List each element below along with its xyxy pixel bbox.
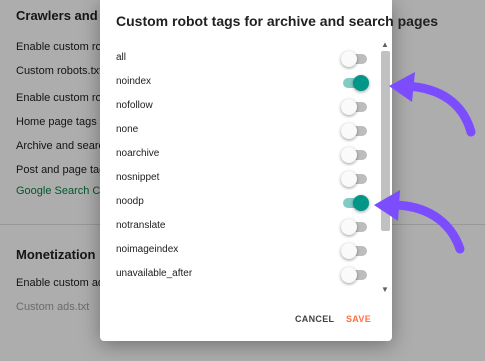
tags-list: all noindex nofollow none noarchive nosn… [100,45,392,299]
tag-row-noodp: noodp [100,191,382,215]
tag-label: nofollow [116,100,153,111]
toggle-noindex[interactable] [343,75,369,91]
toggle-all[interactable] [341,51,367,67]
tag-row-nofollow: nofollow [100,95,382,119]
toggle-nofollow[interactable] [341,99,367,115]
dialog-title: Custom robot tags for archive and search… [116,13,439,29]
tag-label: noindex [116,76,152,87]
chevron-up-icon[interactable]: ▲ [381,40,389,49]
tag-row-noimageindex: noimageindex [100,239,382,263]
curved-arrow-icon [374,190,465,254]
tag-label: unavailable_after [116,268,193,279]
toggle-noodp[interactable] [343,195,369,211]
tag-row-all: all [100,47,382,71]
toggle-noarchive[interactable] [341,147,367,163]
toggle-noimageindex[interactable] [341,243,367,259]
robot-tags-dialog: Custom robot tags for archive and search… [100,0,438,341]
toggle-notranslate[interactable] [341,219,367,235]
toggle-none[interactable] [341,123,367,139]
tag-row-noindex: noindex [100,71,382,95]
tag-row-notranslate: notranslate [100,215,382,239]
tag-label: notranslate [116,220,166,231]
tag-row-nosnippet: nosnippet [100,167,382,191]
tag-label: all [116,52,127,63]
tag-row-none: none [100,119,382,143]
toggle-nosnippet[interactable] [341,171,367,187]
toggle-unavailable-after[interactable] [341,267,367,283]
tag-row-noarchive: noarchive [100,143,382,167]
tag-row-unavailable-after: unavailable_after [100,263,382,287]
tag-label: nosnippet [116,172,160,183]
tag-label: noodp [116,196,144,207]
cancel-button[interactable]: CANCEL [295,314,334,324]
tag-label: noarchive [116,148,160,159]
tag-label: noimageindex [116,244,179,255]
curved-arrow-icon [389,72,476,137]
save-button[interactable]: SAVE [346,314,371,324]
tag-label: none [116,124,139,135]
chevron-down-icon[interactable]: ▼ [381,285,389,294]
